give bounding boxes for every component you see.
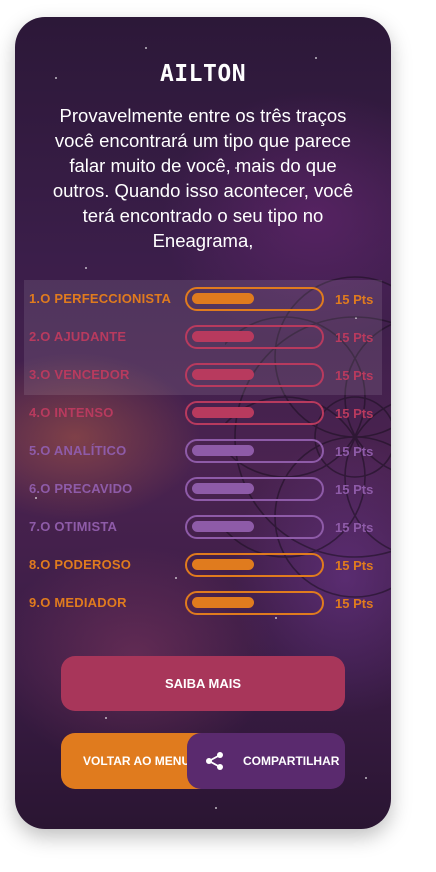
result-row: 2.O AJUDANTE 15 Pts xyxy=(15,318,391,356)
result-progress-bar xyxy=(185,287,324,311)
result-progress-fill xyxy=(192,521,254,532)
result-progress-bar xyxy=(185,439,324,463)
result-row: 4.O INTENSO 15 Pts xyxy=(15,394,391,432)
result-label: 2.O AJUDANTE xyxy=(29,329,127,344)
result-points: 15 Pts xyxy=(335,444,374,459)
result-row: 7.O OTIMISTA 15 Pts xyxy=(15,508,391,546)
result-progress-fill xyxy=(192,369,254,380)
result-progress-bar xyxy=(185,553,324,577)
result-progress-fill xyxy=(192,597,254,608)
result-progress-bar xyxy=(185,591,324,615)
result-row: 8.O PODEROSO 15 Pts xyxy=(15,546,391,584)
result-progress-bar xyxy=(185,363,324,387)
share-button[interactable]: COMPARTILHAR xyxy=(187,733,345,789)
result-label: 8.O PODEROSO xyxy=(29,557,132,572)
result-row: 1.O PERFECCIONISTA 15 Pts xyxy=(15,280,391,318)
share-label: COMPARTILHAR xyxy=(243,754,340,768)
saiba-mais-button[interactable]: SAIBA MAIS xyxy=(61,656,345,711)
result-label: 9.O MEDIADOR xyxy=(29,595,127,610)
result-progress-fill xyxy=(192,559,254,570)
result-points: 15 Pts xyxy=(335,520,374,535)
result-points: 15 Pts xyxy=(335,406,374,421)
result-progress-bar xyxy=(185,401,324,425)
result-progress-fill xyxy=(192,331,254,342)
result-label: 7.O OTIMISTA xyxy=(29,519,118,534)
result-points: 15 Pts xyxy=(335,596,374,611)
result-label: 1.O PERFECCIONISTA xyxy=(29,291,172,306)
user-name-title: AILTON xyxy=(159,61,247,87)
result-points: 15 Pts xyxy=(335,292,374,307)
result-label: 5.O ANALÍTICO xyxy=(29,443,127,458)
result-row: 9.O MEDIADOR 15 Pts xyxy=(15,584,391,622)
result-points: 15 Pts xyxy=(335,368,374,383)
result-points: 15 Pts xyxy=(335,330,374,345)
result-progress-fill xyxy=(192,483,254,494)
share-icon xyxy=(206,752,223,770)
result-row: 3.O VENCEDOR 15 Pts xyxy=(15,356,391,394)
result-row: 6.O PRECAVIDO 15 Pts xyxy=(15,470,391,508)
result-label: 3.O VENCEDOR xyxy=(29,367,130,382)
result-label: 6.O PRECAVIDO xyxy=(29,481,133,496)
result-description: Provavelmente entre os três traços você … xyxy=(52,105,354,251)
result-progress-bar xyxy=(185,515,324,539)
result-progress-bar xyxy=(185,477,324,501)
result-progress-bar xyxy=(185,325,324,349)
result-progress-fill xyxy=(192,293,254,304)
result-row: 5.O ANALÍTICO 15 Pts xyxy=(15,432,391,470)
result-points: 15 Pts xyxy=(335,482,374,497)
result-progress-fill xyxy=(192,407,254,418)
result-label: 4.O INTENSO xyxy=(29,405,114,420)
result-points: 15 Pts xyxy=(335,558,374,573)
result-screen: AILTON Provavelmente entre os três traço… xyxy=(15,17,391,829)
result-progress-fill xyxy=(192,445,254,456)
